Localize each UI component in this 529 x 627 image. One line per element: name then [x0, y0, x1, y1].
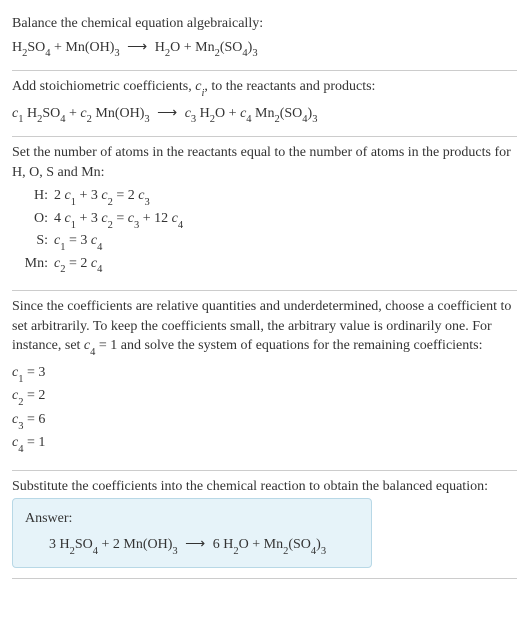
- atom-label: Mn:: [20, 254, 48, 274]
- solve-section: Since the coefficients are relative quan…: [12, 291, 517, 471]
- atom-balance-section: Set the number of atoms in the reactants…: [12, 137, 517, 291]
- coefficient-item: c1 = 3: [12, 363, 517, 385]
- substitute-section: Substitute the coefficients into the che…: [12, 471, 517, 580]
- coefficients-equation: c1 H2SO4 + c2 Mn(OH)3 ⟶ c3 H2O + c4 Mn2(…: [12, 104, 517, 126]
- atom-equation: c1 = 3 c4: [54, 231, 102, 253]
- atom-row: S: c1 = 3 c4: [20, 231, 517, 253]
- intro-equation: H2SO4 + Mn(OH)3 ⟶ H2O + Mn2(SO4)3: [12, 38, 517, 60]
- coefficient-item: c3 = 6: [12, 410, 517, 432]
- solve-intro: Since the coefficients are relative quan…: [12, 297, 517, 359]
- substitute-text: Substitute the coefficients into the che…: [12, 477, 517, 497]
- answer-box: Answer: 3 H2SO4 + 2 Mn(OH)3 ⟶ 6 H2O + Mn…: [12, 498, 372, 568]
- coefficient-item: c4 = 1: [12, 433, 517, 455]
- atom-equation: c2 = 2 c4: [54, 254, 102, 276]
- answer-label: Answer:: [25, 509, 359, 529]
- atom-label: H:: [20, 186, 48, 206]
- atom-equation: 4 c1 + 3 c2 = c3 + 12 c4: [54, 209, 183, 231]
- atom-label: O:: [20, 209, 48, 229]
- intro-title: Balance the chemical equation algebraica…: [12, 14, 517, 34]
- coefficient-item: c2 = 2: [12, 386, 517, 408]
- atom-row: Mn: c2 = 2 c4: [20, 254, 517, 276]
- atom-balance-intro: Set the number of atoms in the reactants…: [12, 143, 517, 182]
- answer-equation: 3 H2SO4 + 2 Mn(OH)3 ⟶ 6 H2O + Mn2(SO4)3: [49, 535, 359, 557]
- add-coefficients-section: Add stoichiometric coefficients, ci, to …: [12, 71, 517, 137]
- atom-row: O: 4 c1 + 3 c2 = c3 + 12 c4: [20, 209, 517, 231]
- intro-section: Balance the chemical equation algebraica…: [12, 8, 517, 71]
- add-coefficients-text: Add stoichiometric coefficients, ci, to …: [12, 77, 517, 99]
- atom-equation: 2 c1 + 3 c2 = 2 c3: [54, 186, 150, 208]
- atom-row: H: 2 c1 + 3 c2 = 2 c3: [20, 186, 517, 208]
- coefficient-list: c1 = 3 c2 = 2 c3 = 6 c4 = 1: [12, 363, 517, 456]
- atom-balance-table: H: 2 c1 + 3 c2 = 2 c3 O: 4 c1 + 3 c2 = c…: [20, 186, 517, 276]
- atom-label: S:: [20, 231, 48, 251]
